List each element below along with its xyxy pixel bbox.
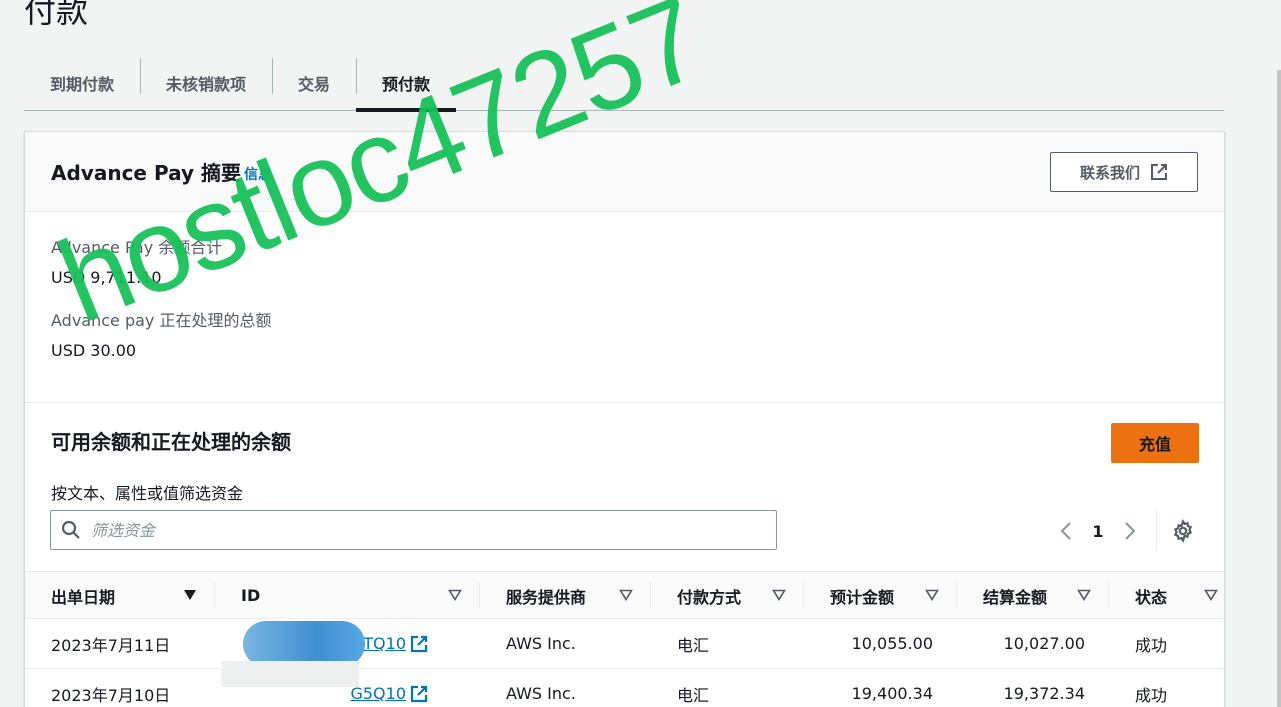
contact-us-label: 联系我们	[1079, 163, 1140, 182]
cell-status: 成功	[1135, 685, 1168, 705]
tab-bar: 到期付款 未核销款项 交易 预付款	[24, 56, 1224, 112]
redaction-blur	[221, 661, 359, 687]
cell-settled: 10,027.00	[1003, 634, 1085, 653]
external-link-icon	[1151, 164, 1167, 180]
card-header: Advance Pay 摘要 信息 联系我们	[25, 132, 1224, 212]
sort-icon[interactable]	[1077, 589, 1091, 601]
tab-advance-pay[interactable]: 预付款	[356, 56, 457, 112]
table-row: 2023年7月11日 I2TQ10 AWS Inc. 电汇 10,055.00 …	[25, 619, 1224, 669]
cell-method: 电汇	[677, 635, 710, 655]
column-header-method[interactable]: 付款方式	[651, 572, 804, 619]
balance-label: Advance Pay 余额合计	[51, 238, 223, 257]
column-label: 状态	[1135, 587, 1168, 607]
cell-provider: AWS Inc.	[506, 634, 576, 653]
contact-us-button[interactable]: 联系我们	[1050, 152, 1198, 192]
advance-pay-card: Advance Pay 摘要 信息 联系我们 Advance Pay 余额合计 …	[24, 131, 1225, 707]
sort-descending-icon[interactable]	[183, 589, 197, 601]
column-label: 服务提供商	[506, 587, 587, 607]
column-label: 出单日期	[51, 587, 116, 607]
tab-transactions[interactable]: 交易	[272, 56, 356, 110]
funds-section-title: 可用余额和正在处理的余额	[51, 430, 291, 454]
previous-page-icon[interactable]	[1056, 517, 1076, 545]
column-label: 付款方式	[677, 587, 742, 607]
section-divider	[25, 402, 1224, 403]
filter-funds-input[interactable]	[91, 520, 691, 540]
cell-status: 成功	[1135, 635, 1168, 655]
sort-icon[interactable]	[772, 589, 786, 601]
pager-divider	[1156, 511, 1157, 551]
column-header-date[interactable]: 出单日期	[25, 572, 215, 619]
cell-settled: 19,372.34	[1003, 684, 1085, 703]
next-page-icon[interactable]	[1120, 517, 1140, 545]
funds-table: 出单日期 ID 服务提供商 付款方式 预计金额 结算金额 状态 2023年7月1…	[25, 571, 1224, 707]
info-link[interactable]: 信息	[244, 164, 272, 184]
recharge-button[interactable]: 充值	[1111, 423, 1199, 463]
filter-funds-field[interactable]	[50, 510, 777, 550]
external-link-icon[interactable]	[410, 685, 428, 703]
column-header-settled[interactable]: 结算金额	[957, 572, 1109, 619]
column-header-estimated[interactable]: 预计金额	[804, 572, 957, 619]
page-title: 付款	[24, 0, 89, 30]
search-icon	[61, 520, 80, 539]
current-page-number[interactable]: 1	[1076, 522, 1120, 541]
summary-title: Advance Pay 摘要	[51, 161, 241, 185]
cell-method: 电汇	[677, 685, 710, 705]
external-link-icon[interactable]	[410, 635, 428, 653]
table-row: 2023年7月10日 G5Q10 AWS Inc. 电汇 19,400.34 1…	[25, 661, 1224, 707]
tab-unapplied-funds[interactable]: 未核销款项	[140, 56, 272, 110]
scrollbar[interactable]	[1277, 70, 1281, 707]
cell-date: 2023年7月10日	[51, 685, 171, 705]
filter-label: 按文本、属性或值筛选资金	[51, 484, 244, 503]
sort-icon[interactable]	[619, 589, 633, 601]
column-header-status[interactable]: 状态	[1109, 572, 1224, 619]
balance-total: Advance Pay 余额合计 USD 9,711.10	[51, 234, 222, 287]
column-header-provider[interactable]: 服务提供商	[480, 572, 651, 619]
gear-icon[interactable]	[1171, 519, 1195, 543]
processing-value: USD 30.00	[51, 341, 137, 360]
column-header-id[interactable]: ID	[215, 572, 480, 619]
pagination: 1	[1056, 511, 1195, 551]
balance-value: USD 9,711.10	[51, 268, 162, 287]
sort-icon[interactable]	[448, 589, 462, 601]
cell-date: 2023年7月11日	[51, 635, 171, 655]
sort-icon[interactable]	[1204, 589, 1218, 601]
sort-icon[interactable]	[925, 589, 939, 601]
tab-due-payments[interactable]: 到期付款	[24, 56, 140, 110]
column-label: 预计金额	[830, 587, 895, 607]
processing-total: Advance pay 正在处理的总额 USD 30.00	[51, 307, 271, 360]
column-label: ID	[241, 586, 261, 605]
cell-estimated: 10,055.00	[851, 634, 933, 653]
processing-label: Advance pay 正在处理的总额	[51, 311, 272, 330]
table-header: 出单日期 ID 服务提供商 付款方式 预计金额 结算金额 状态	[25, 571, 1224, 619]
column-label: 结算金额	[983, 587, 1048, 607]
cell-provider: AWS Inc.	[506, 684, 576, 703]
cell-estimated: 19,400.34	[851, 684, 933, 703]
